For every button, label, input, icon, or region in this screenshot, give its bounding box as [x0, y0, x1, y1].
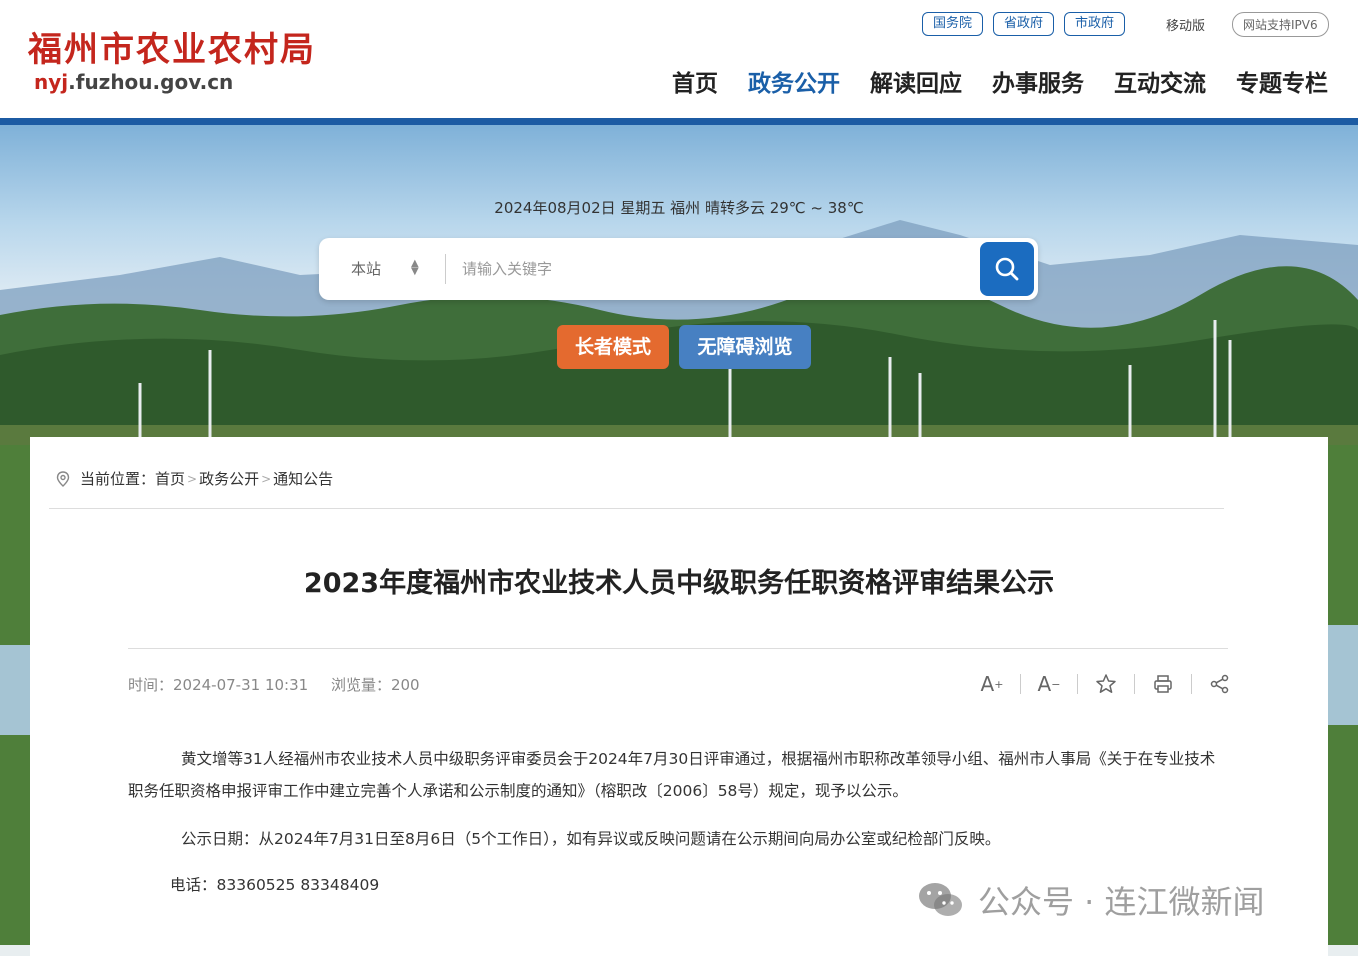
font-decrease-icon[interactable]: A −	[1033, 669, 1065, 699]
site-url-suffix: .fuzhou.gov.cn	[68, 70, 234, 94]
search-icon	[995, 257, 1019, 281]
top-link-province[interactable]: 省政府	[993, 12, 1055, 36]
article-paragraph-1: 黄文增等31人经福州市农业技术人员中级职务评审委员会于2024年7月30日评审通…	[128, 750, 1216, 800]
article-title: 2023年度福州市农业技术人员中级职务任职资格评审结果公示	[303, 568, 1055, 599]
breadcrumb-prefix: 当前位置：	[80, 470, 156, 488]
tool-divider	[1134, 674, 1135, 694]
search-divider	[445, 254, 446, 284]
main-nav: 首页 政务公开 解读回应 办事服务 互动交流 专题专栏	[672, 64, 1328, 98]
nav-interpretation[interactable]: 解读回应	[870, 64, 962, 98]
date-weather: 2024年08月02日 星期五 福州 晴转多云 29℃ ~ 38℃	[494, 199, 864, 217]
breadcrumb-home[interactable]: 首页	[155, 468, 185, 489]
search-button[interactable]	[980, 242, 1034, 296]
tool-divider	[1077, 674, 1078, 694]
article-panel: 当前位置： 首页 > 政务公开 > 通知公告 2023年度福州市农业技术人员中级…	[30, 437, 1328, 956]
tool-divider	[1020, 674, 1021, 694]
site-logo[interactable]: 福州市农业农村局	[28, 22, 316, 71]
breadcrumb-notices[interactable]: 通知公告	[273, 468, 333, 489]
top-links: 国务院 省政府 市政府	[922, 12, 1126, 36]
nav-services[interactable]: 办事服务	[992, 64, 1084, 98]
location-pin-icon	[56, 470, 70, 487]
article-paragraph-2: 公示日期：从2024年7月31日至8月6日（5个工作日），如有异议或反映问题请在…	[181, 830, 1001, 848]
wechat-icon	[919, 883, 962, 916]
search-input[interactable]	[462, 254, 962, 284]
breadcrumb-separator: >	[261, 471, 272, 486]
nav-home[interactable]: 首页	[672, 64, 718, 98]
favorite-star-icon[interactable]	[1090, 669, 1122, 699]
search-scope-select[interactable]: 本站	[351, 258, 381, 279]
divider	[49, 508, 1224, 509]
print-icon[interactable]	[1147, 669, 1179, 699]
sort-arrows-icon[interactable]: ▲ ▼	[411, 259, 419, 277]
mobile-version-link[interactable]: 移动版	[1166, 15, 1205, 34]
ipv6-badge: 网站支持IPV6	[1232, 12, 1329, 37]
search-bar: 本站 ▲ ▼	[319, 238, 1038, 300]
site-url: nyj.fuzhou.gov.cn	[34, 70, 233, 94]
divider	[128, 648, 1228, 649]
watermark: 公众号 · 连江微新闻	[916, 877, 1265, 923]
share-icon[interactable]	[1204, 669, 1236, 699]
breadcrumb-separator: >	[187, 471, 198, 486]
top-link-city[interactable]: 市政府	[1064, 12, 1126, 36]
tool-divider	[1191, 674, 1192, 694]
view-count: 浏览量：200	[330, 676, 420, 694]
breadcrumb-gov-affairs[interactable]: 政务公开	[199, 468, 259, 489]
article-meta: 时间：2024-07-31 10:31 浏览量：200	[128, 674, 438, 695]
elder-mode-button[interactable]: 长者模式	[557, 325, 669, 369]
site-header: 福州市农业农村局 nyj.fuzhou.gov.cn 国务院 省政府 市政府 移…	[0, 0, 1358, 118]
article-tools: A + A −	[976, 669, 1236, 699]
watermark-text: 公众号 · 连江微新闻	[978, 883, 1265, 921]
font-increase-icon[interactable]: A +	[976, 669, 1008, 699]
nav-topics[interactable]: 专题专栏	[1236, 64, 1328, 98]
accessibility-button[interactable]: 无障碍浏览	[679, 325, 811, 369]
site-url-prefix: nyj	[34, 70, 69, 94]
top-link-state-council[interactable]: 国务院	[922, 12, 984, 36]
breadcrumb: 当前位置： 首页 > 政务公开 > 通知公告	[54, 468, 333, 489]
nav-gov-affairs[interactable]: 政务公开	[748, 64, 840, 98]
header-divider	[0, 118, 1358, 125]
nav-interaction[interactable]: 互动交流	[1114, 64, 1206, 98]
publish-time: 时间：2024-07-31 10:31	[128, 676, 309, 694]
